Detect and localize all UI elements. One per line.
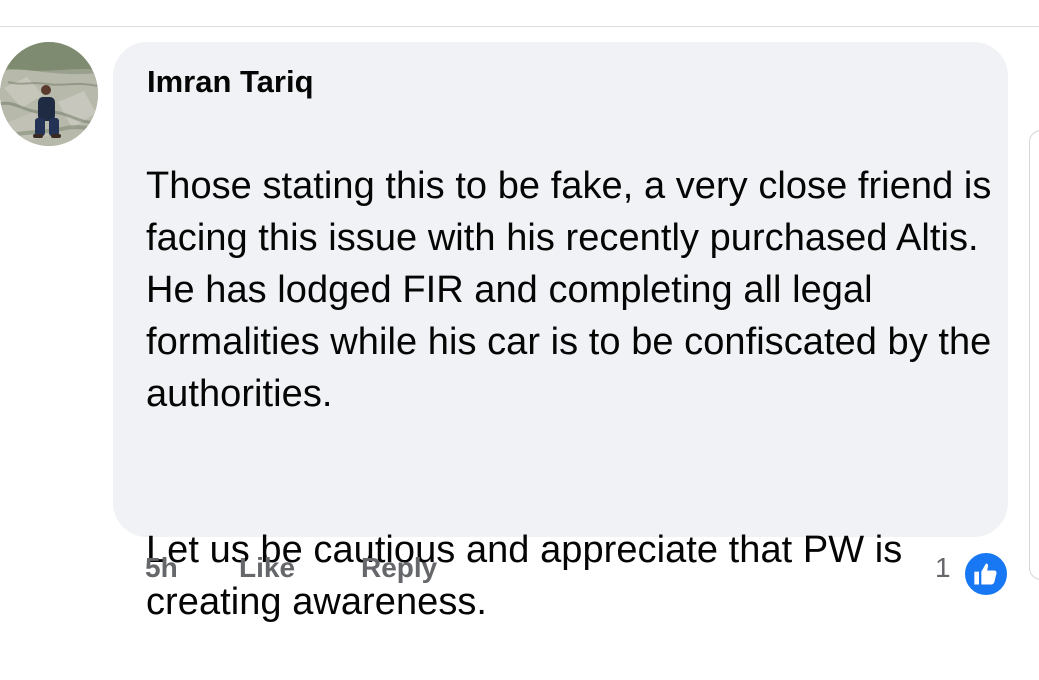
like-button[interactable]: Like	[239, 552, 295, 584]
thumbs-up-icon-shape	[974, 563, 997, 585]
top-divider	[0, 26, 1039, 27]
reply-button[interactable]: Reply	[361, 552, 437, 584]
comment-timestamp[interactable]: 5h	[145, 552, 178, 584]
thumbs-up-icon[interactable]	[963, 551, 1009, 597]
comment-author-name[interactable]: Imran Tariq	[147, 64, 314, 100]
comment-text: Those stating this to be fake, a very cl…	[146, 108, 996, 680]
comment-bubble[interactable]: Imran Tariq Those stating this to be fak…	[113, 42, 1008, 623]
side-scrollbar[interactable]	[1029, 130, 1039, 580]
reaction-count[interactable]: 1	[935, 552, 951, 584]
comment-paragraph: Those stating this to be fake, a very cl…	[146, 165, 992, 415]
commenter-avatar[interactable]	[0, 42, 98, 146]
avatar-photo	[0, 42, 98, 146]
